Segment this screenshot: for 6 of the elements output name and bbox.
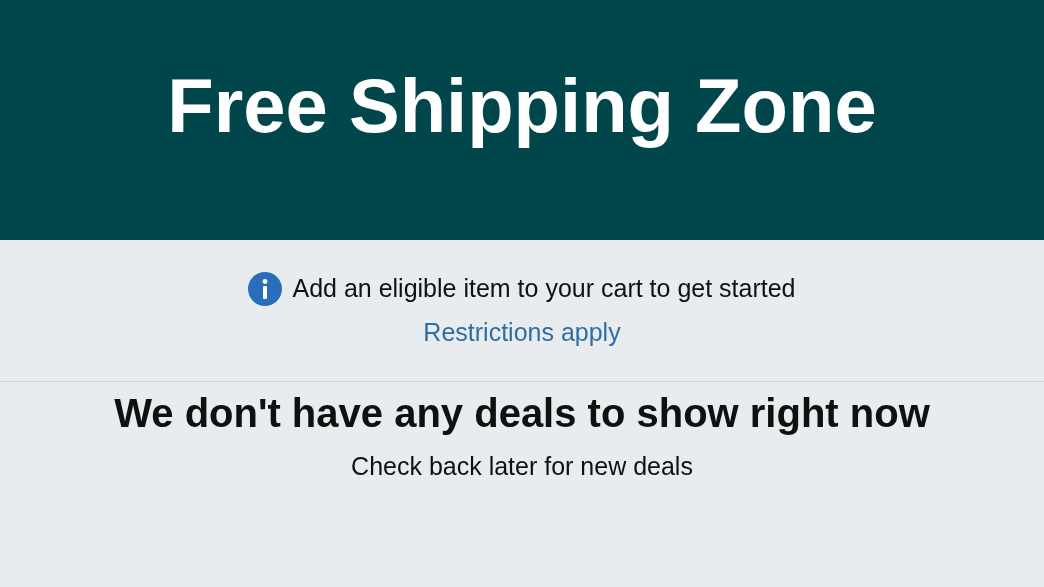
banner-title: Free Shipping Zone bbox=[167, 68, 877, 150]
empty-state-heading: We don't have any deals to show right now bbox=[114, 390, 930, 437]
info-icon bbox=[248, 271, 283, 306]
notice-text: Add an eligible item to your cart to get started bbox=[292, 273, 796, 304]
restrictions-link[interactable]: Restrictions apply bbox=[423, 313, 621, 351]
empty-state-subtext: Check back later for new deals bbox=[351, 451, 693, 482]
